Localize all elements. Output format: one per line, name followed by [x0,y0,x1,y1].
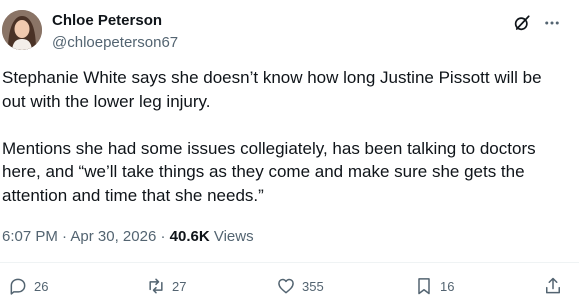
like-count: 355 [302,278,324,294]
avatar[interactable] [2,10,42,50]
action-bar: 26 27 355 16 [8,276,571,300]
post-meta: 6:07 PM · Apr 30, 2026 · 40.6K Views [2,228,254,245]
post-paragraph: Stephanie White says she doesn’t know ho… [2,68,542,111]
post-text: Stephanie White says she doesn’t know ho… [2,66,567,207]
share-button[interactable] [543,276,563,296]
reply-button[interactable]: 26 [8,276,48,296]
avatar-image [2,10,42,50]
bookmark-button[interactable]: 16 [414,276,454,296]
like-button[interactable]: 355 [276,276,324,296]
meta-separator: · [62,228,68,245]
author-handle[interactable]: @chloepeterson67 [52,34,178,51]
author-name[interactable]: Chloe Peterson [52,12,162,29]
more-icon[interactable] [541,12,563,34]
meta-separator: · [160,228,166,245]
share-icon [546,277,560,294]
repost-button[interactable]: 27 [146,276,186,296]
post-date[interactable]: Apr 30, 2026 [70,228,156,245]
reply-count: 26 [34,278,49,294]
repost-count: 27 [172,278,187,294]
bookmark-icon [418,278,430,295]
bookmark-count: 16 [440,278,455,294]
heart-icon [278,278,294,294]
grok-icon[interactable] [511,12,533,34]
divider [0,262,579,263]
reply-icon [10,278,26,295]
views-count: 40.6K [169,228,210,245]
post-paragraph: Mentions she had some issues collegiatel… [2,138,536,205]
post-header-actions [511,12,563,34]
repost-icon [149,278,163,294]
views-label: Views [213,228,254,245]
post-time[interactable]: 6:07 PM [2,228,58,245]
